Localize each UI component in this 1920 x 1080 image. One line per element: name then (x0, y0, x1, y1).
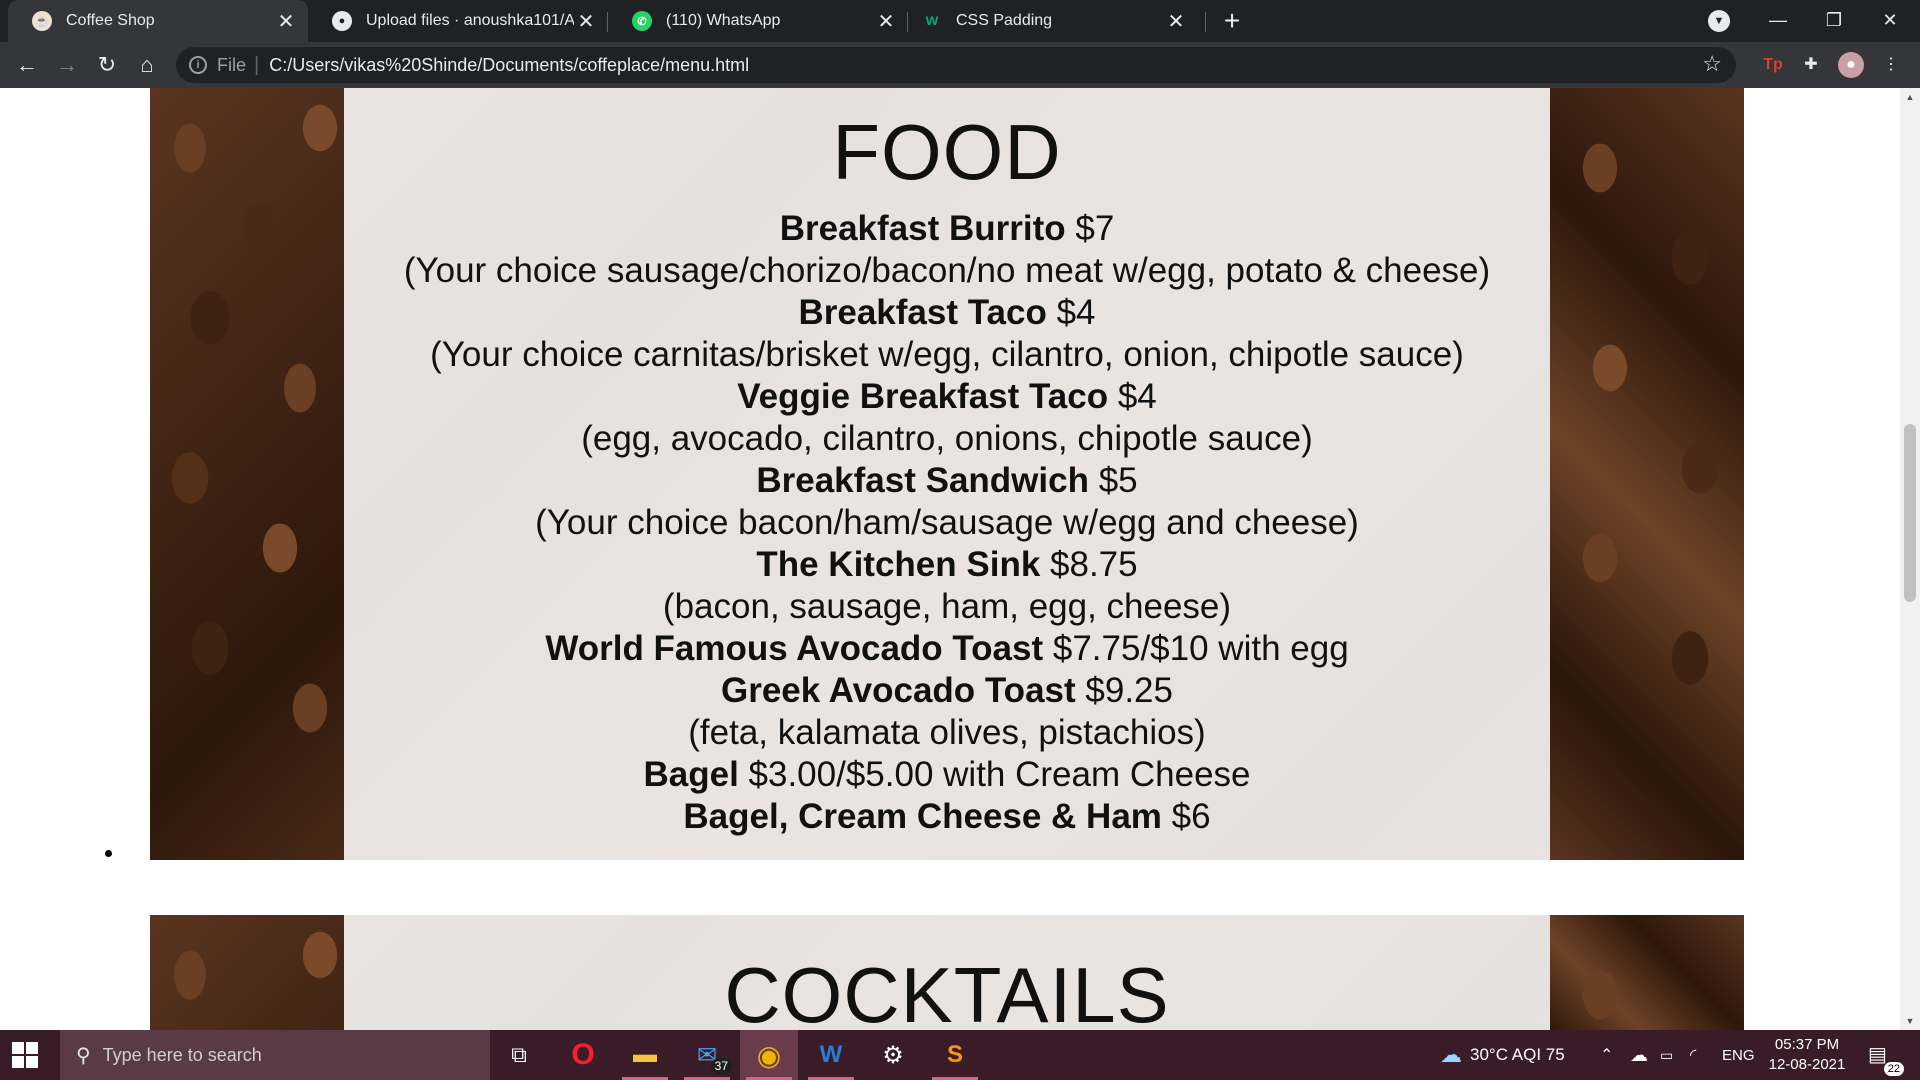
browser-tab-strip: ☕ Coffee Shop ✕ ● Upload files · anoushk… (0, 0, 1920, 42)
scrollbar-thumb[interactable] (1904, 424, 1916, 602)
menu-kebab-icon[interactable]: ⋮ (1878, 52, 1904, 78)
windows-start-icon[interactable] (12, 1042, 38, 1068)
onedrive-cloud-icon[interactable]: ☁ (1630, 1030, 1648, 1080)
file-explorer-icon[interactable]: ▬ (616, 1030, 674, 1080)
clock-date: 12-08-2021 (1768, 1056, 1846, 1073)
food-heading: FOOD (832, 108, 1062, 196)
cocktails-menu-panel: COCKTAILS (150, 915, 1744, 1030)
back-arrow-icon[interactable]: ← (12, 50, 42, 80)
menu-item-description: (Your choice bacon/ham/sausage w/egg and… (535, 503, 1359, 542)
tab-upload-files[interactable]: ● Upload files · anoushka101/Audit ✕ (308, 0, 608, 42)
tab-divider (1205, 12, 1206, 32)
coffee-cup-icon: ☕ (32, 11, 52, 31)
coffee-beans-image-right (1550, 915, 1744, 1030)
browser-toolbar: ← → ↻ ⌂ i File | C:/Users/vikas%20Shinde… (0, 42, 1920, 88)
scroll-up-arrow-icon[interactable]: ▲ (1900, 88, 1920, 106)
system-clock[interactable]: 05:37 PM 12-08-2021 (1752, 1035, 1862, 1075)
minimize-button[interactable]: — (1750, 0, 1806, 42)
reload-icon[interactable]: ↻ (92, 50, 122, 80)
scheme-label: File (217, 54, 247, 75)
new-tab-button[interactable]: + (1216, 6, 1248, 38)
omnibox-divider: | (254, 53, 260, 76)
scroll-down-arrow-icon[interactable]: ▼ (1900, 1012, 1920, 1030)
weather-text: 30°C AQI 75 (1470, 1045, 1565, 1064)
mail-badge: 37 (710, 1058, 732, 1074)
mail-icon[interactable]: ✉ 37 (678, 1030, 736, 1080)
tab-title: Coffee Shop (66, 12, 155, 29)
home-icon[interactable]: ⌂ (132, 50, 162, 80)
notification-center-icon[interactable]: ▤ 22 (1868, 1042, 1904, 1076)
cloud-weather-icon: ☁ (1440, 1042, 1462, 1067)
url-text[interactable]: C:/Users/vikas%20Shinde/Documents/coffep… (269, 55, 749, 76)
tab-whatsapp[interactable]: ✆ (110) WhatsApp ✕ (608, 0, 908, 42)
menu-item: Breakfast Taco $4 (798, 293, 1096, 332)
menu-item: Breakfast Sandwich $5 (756, 461, 1138, 500)
menu-item: Breakfast Burrito $7 (779, 209, 1115, 248)
task-view-icon[interactable]: ⧉ (490, 1030, 548, 1080)
notification-count: 22 (1883, 1062, 1904, 1076)
github-icon: ● (332, 11, 352, 31)
search-icon: ⚲ (76, 1044, 91, 1067)
close-tab-icon[interactable]: ✕ (574, 9, 598, 34)
food-items: Breakfast Burrito $7 (Your choice sausag… (344, 208, 1550, 838)
opera-icon[interactable]: O (554, 1030, 612, 1080)
menu-item: Bagel, Cream Cheese & Ham $6 (683, 797, 1211, 836)
page-scrollbar[interactable]: ▲ ▼ (1900, 88, 1920, 1030)
tab-title: Upload files · anoushka101/Audit (366, 12, 574, 29)
tab-title: CSS Padding (956, 12, 1053, 29)
address-bar[interactable]: i File | C:/Users/vikas%20Shinde/Documen… (176, 47, 1736, 83)
weather-widget[interactable]: ☁ 30°C AQI 75 (1440, 1030, 1565, 1080)
close-tab-icon[interactable]: ✕ (274, 9, 298, 34)
food-menu-card: FOOD Breakfast Burrito $7 (Your choice s… (344, 88, 1550, 860)
forward-arrow-icon[interactable]: → (52, 50, 82, 80)
menu-item: The Kitchen Sink $8.75 (756, 545, 1138, 584)
page-viewport: FOOD Breakfast Burrito $7 (Your choice s… (0, 88, 1900, 1030)
cocktails-heading: COCKTAILS (724, 951, 1170, 1030)
food-menu-panel: FOOD Breakfast Burrito $7 (Your choice s… (150, 88, 1744, 860)
battery-icon[interactable]: ▭ (1660, 1030, 1673, 1080)
settings-gear-icon[interactable]: ⚙ (864, 1030, 922, 1080)
chrome-icon[interactable]: ◉ (740, 1030, 798, 1080)
w3schools-icon: w (925, 12, 939, 29)
whatsapp-icon: ✆ (632, 11, 652, 31)
menu-item-description: (Your choice carnitas/brisket w/egg, cil… (430, 335, 1464, 374)
list-bullet (105, 850, 112, 857)
tab-css-padding[interactable]: w CSS Padding ✕ (898, 0, 1198, 42)
word-icon[interactable]: W (802, 1030, 860, 1080)
close-window-button[interactable]: ✕ (1862, 0, 1918, 42)
tab-coffee-shop[interactable]: ☕ Coffee Shop ✕ (8, 0, 308, 42)
profile-avatar[interactable]: ● (1838, 52, 1864, 78)
clock-time: 05:37 PM (1774, 1036, 1840, 1053)
coffee-beans-image-right (1550, 88, 1744, 860)
bookmark-star-icon[interactable]: ☆ (1702, 51, 1722, 77)
menu-item: Veggie Breakfast Taco $4 (737, 377, 1157, 416)
info-icon[interactable]: i (189, 56, 207, 74)
taskbar-search-box[interactable]: ⚲ Type here to search (60, 1030, 490, 1080)
close-tab-icon[interactable]: ✕ (1164, 9, 1188, 34)
menu-item: Greek Avocado Toast $9.25 (721, 671, 1173, 710)
menu-item: World Famous Avocado Toast $7.75/$10 wit… (545, 629, 1349, 668)
tab-search-icon[interactable]: ▼ (1708, 10, 1730, 32)
tab-title: (110) WhatsApp (666, 12, 781, 29)
sublime-text-icon[interactable]: S (926, 1030, 984, 1080)
restore-button[interactable]: ❐ (1806, 0, 1862, 42)
search-placeholder: Type here to search (102, 1044, 262, 1065)
close-tab-icon[interactable]: ✕ (874, 9, 898, 34)
wifi-icon[interactable]: ◜ (1690, 1030, 1696, 1080)
menu-item: Bagel $3.00/$5.00 with Cream Cheese (643, 755, 1251, 794)
extension-tp-icon[interactable]: Tp (1760, 52, 1786, 78)
tray-chevron-icon[interactable]: ⌃ (1600, 1030, 1613, 1080)
menu-item-description: (bacon, sausage, ham, egg, cheese) (662, 587, 1232, 626)
menu-item-description: (feta, kalamata olives, pistachios) (688, 713, 1206, 752)
language-indicator[interactable]: ENG (1722, 1030, 1755, 1080)
menu-item-description: (egg, avocado, cilantro, onions, chipotl… (581, 419, 1313, 458)
windows-taskbar: ⚲ Type here to search ⧉ O ▬ ✉ 37 ◉ W ⚙ S … (0, 1030, 1920, 1080)
cocktails-menu-card: COCKTAILS (344, 915, 1550, 1030)
menu-item-description: (Your choice sausage/chorizo/bacon/no me… (403, 251, 1491, 290)
extensions-puzzle-icon[interactable]: ✚ (1798, 52, 1824, 78)
